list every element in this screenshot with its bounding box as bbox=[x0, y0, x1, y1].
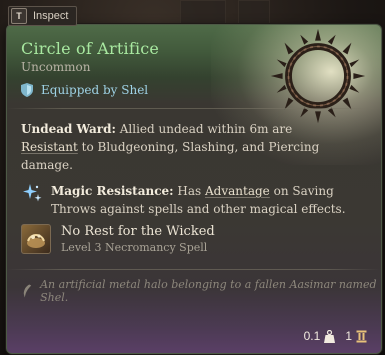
count-value: 1 bbox=[345, 329, 352, 343]
magic-resistance-text: Magic Resistance: Has Advantage on Savin… bbox=[51, 182, 361, 218]
magic-resistance-passive: Magic Resistance: Has Advantage on Savin… bbox=[21, 182, 361, 218]
undead-ward-passive: Undead Ward: Allied undead within 6m are… bbox=[21, 120, 321, 174]
inspect-label: Inspect bbox=[33, 10, 69, 22]
advantage-keyword[interactable]: Advantage bbox=[205, 184, 270, 198]
divider bbox=[7, 269, 381, 270]
flavor-text: An artificial metal halo belonging to a … bbox=[40, 278, 377, 304]
item-stats: 0.1 1 bbox=[304, 329, 367, 343]
weight-icon bbox=[324, 329, 336, 343]
spell-icon bbox=[21, 224, 51, 254]
resistant-keyword[interactable]: Resistant bbox=[21, 140, 78, 154]
item-tooltip: Circle of Artifice Uncommon Equipped by … bbox=[6, 24, 382, 354]
key-cap-icon: T bbox=[11, 8, 27, 24]
spell-subtitle: Level 3 Necromancy Spell bbox=[61, 241, 208, 254]
undead-ward-text-1: Allied undead within 6m are bbox=[115, 122, 293, 136]
stack-icon bbox=[356, 330, 367, 342]
quill-icon bbox=[23, 284, 32, 298]
magic-resistance-text-1: Has bbox=[173, 184, 205, 198]
game-scene: T Inspect Circle of Artifice Uncommon Eq… bbox=[0, 0, 385, 355]
divider bbox=[7, 108, 381, 109]
equipped-label: Equipped by Shel bbox=[41, 83, 149, 97]
sparkle-icon bbox=[23, 184, 42, 202]
flavor-text-row: An artificial metal halo belonging to a … bbox=[21, 278, 381, 304]
item-name: Circle of Artifice bbox=[21, 39, 160, 58]
spell-name: No Rest for the Wicked bbox=[61, 224, 215, 239]
granted-spell[interactable]: No Rest for the Wicked Level 3 Necromanc… bbox=[21, 224, 215, 254]
inspect-hotkey[interactable]: T Inspect bbox=[8, 6, 78, 26]
item-rarity: Uncommon bbox=[21, 60, 91, 74]
weight-value: 0.1 bbox=[303, 329, 321, 343]
spell-details: No Rest for the Wicked Level 3 Necromanc… bbox=[61, 224, 215, 254]
magic-resistance-name: Magic Resistance: bbox=[51, 184, 174, 198]
equipped-status: Equipped by Shel bbox=[21, 83, 148, 97]
undead-ward-name: Undead Ward: bbox=[21, 122, 116, 136]
shield-icon bbox=[21, 83, 33, 97]
